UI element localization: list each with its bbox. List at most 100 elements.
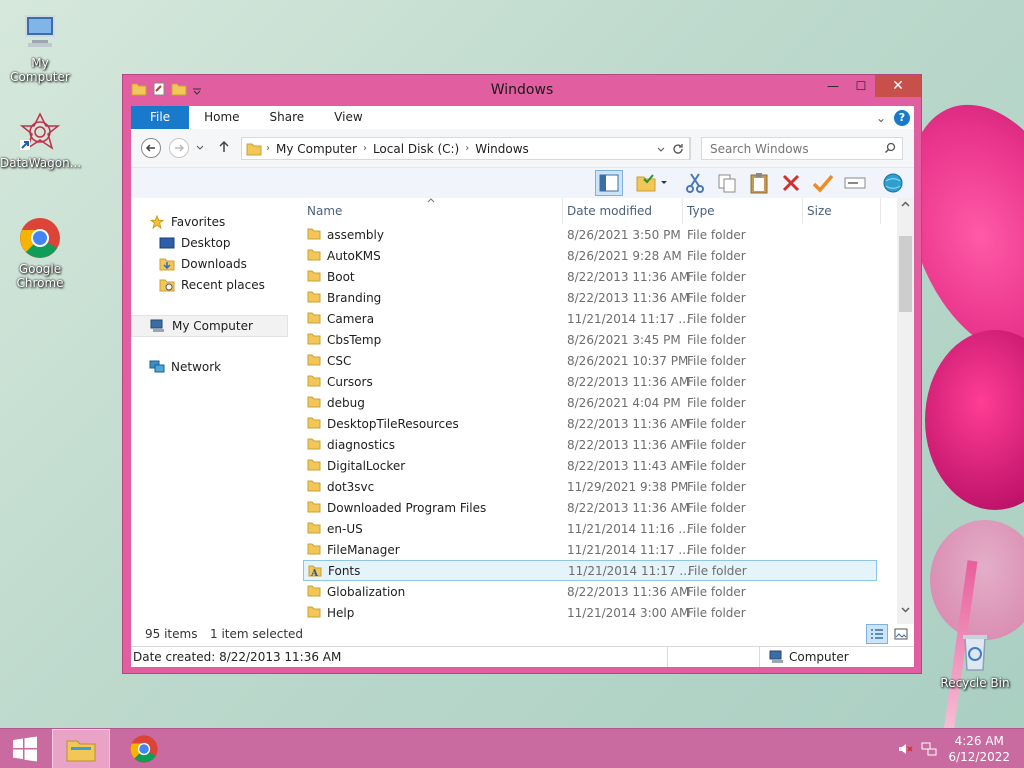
column-label: Date modified	[567, 204, 653, 218]
nav-my-computer[interactable]: My Computer	[131, 315, 288, 337]
new-folder-dropdown[interactable]	[657, 170, 671, 196]
nav-item-downloads[interactable]: Downloads	[159, 254, 247, 274]
folder-icon	[307, 543, 321, 555]
file-name: Help	[327, 605, 355, 620]
table-row[interactable]: diagnostics 8/22/2013 11:36 AM File folder	[303, 434, 877, 455]
file-name: assembly	[327, 227, 384, 242]
file-type: File folder	[687, 332, 746, 347]
file-type: File folder	[687, 374, 746, 389]
back-button[interactable]	[141, 138, 161, 158]
file-name: dot3svc	[327, 479, 375, 494]
search-box[interactable]	[701, 137, 903, 160]
preview-pane-icon	[599, 174, 619, 192]
refresh-button[interactable]	[666, 137, 690, 160]
rename-button[interactable]	[809, 170, 837, 196]
nav-label: Downloads	[181, 257, 247, 271]
desktop-icon-recycle-bin[interactable]: Recycle Bin	[935, 630, 1015, 690]
paste-button[interactable]	[745, 170, 773, 196]
taskbar-explorer-button[interactable]	[52, 729, 110, 768]
scroll-thumb[interactable]	[899, 236, 912, 312]
table-row[interactable]: Branding 8/22/2013 11:36 AM File folder	[303, 287, 877, 308]
network-status-button[interactable]	[918, 729, 940, 768]
file-date-modified: 11/21/2014 11:16 ...	[567, 521, 690, 536]
nav-label: Network	[171, 360, 222, 374]
table-row[interactable]: debug 8/26/2021 4:04 PM File folder	[303, 392, 877, 413]
maximize-button[interactable]: ☐	[847, 75, 875, 97]
chevron-down-icon	[661, 181, 667, 184]
title-bar[interactable]: Windows — ☐ ✕	[123, 75, 921, 105]
chrome-icon	[130, 735, 158, 763]
up-button[interactable]	[217, 140, 231, 157]
expand-ribbon-button[interactable]: ⌄	[876, 111, 886, 125]
scroll-up-arrow[interactable]	[897, 200, 914, 214]
table-row[interactable]: CSC 8/26/2021 10:37 PM File folder	[303, 350, 877, 371]
desktop-icon-my-computer[interactable]: My Computer	[0, 10, 80, 84]
breadcrumb-local-disk[interactable]: Local Disk (C:)	[367, 142, 465, 156]
select-all-button[interactable]	[841, 170, 869, 196]
vertical-scrollbar[interactable]	[897, 198, 914, 624]
file-name: Cursors	[327, 374, 373, 389]
search-input[interactable]	[710, 141, 880, 156]
table-row[interactable]: DigitalLocker 8/22/2013 11:43 AM File fold…	[303, 455, 877, 476]
recent-locations-button[interactable]	[195, 141, 205, 155]
minimize-button[interactable]: —	[819, 75, 847, 97]
table-row[interactable]: Boot 8/22/2013 11:36 AM File folder	[303, 266, 877, 287]
tab-share[interactable]: Share	[255, 106, 320, 129]
taskbar-chrome-button[interactable]	[118, 729, 170, 768]
nav-item-desktop[interactable]: Desktop	[159, 233, 231, 253]
table-row[interactable]: Cursors 8/22/2013 11:36 AM File folder	[303, 371, 877, 392]
table-row[interactable]: Downloaded Program Files 8/22/2013 11:36 …	[303, 497, 877, 518]
nav-item-recent-places[interactable]: Recent places	[159, 275, 265, 295]
desktop-icon-chrome[interactable]: Google Chrome	[0, 216, 80, 290]
globe-button[interactable]	[879, 170, 907, 196]
scroll-down-arrow[interactable]	[897, 606, 914, 620]
volume-muted-button[interactable]	[894, 729, 916, 768]
tab-view[interactable]: View	[319, 106, 377, 129]
chevron-down-icon	[196, 145, 204, 150]
tab-file[interactable]: File	[131, 106, 190, 129]
cut-button[interactable]	[681, 170, 709, 196]
address-bar[interactable]: › My Computer › Local Disk (C:) › Window…	[241, 137, 691, 160]
folder-icon	[307, 501, 321, 513]
start-button[interactable]	[0, 729, 50, 768]
tab-home[interactable]: Home	[189, 106, 254, 129]
table-row[interactable]: Help 11/21/2014 3:00 AM File folder	[303, 602, 877, 623]
large-icons-view-button[interactable]	[890, 624, 912, 644]
close-button[interactable]: ✕	[875, 75, 921, 97]
table-row[interactable]: A Fonts 11/21/2014 11:17 ... File folder	[303, 560, 877, 581]
nav-network[interactable]: Network	[149, 357, 221, 377]
table-row[interactable]: FileManager 11/21/2014 11:17 ... File fold…	[303, 539, 877, 560]
column-header-date-modified[interactable]: Date modified	[563, 198, 683, 224]
file-date-modified: 8/22/2013 11:36 AM	[567, 290, 690, 305]
column-label: Name	[307, 204, 343, 218]
folder-icon	[307, 270, 321, 282]
folder-icon	[307, 354, 321, 366]
table-row[interactable]: Camera 11/21/2014 11:17 ... File folder	[303, 308, 877, 329]
computer-icon	[769, 650, 783, 663]
file-date-modified: 8/26/2021 10:37 PM	[567, 353, 689, 368]
delete-button[interactable]	[777, 170, 805, 196]
table-row[interactable]: DesktopTileResources 8/22/2013 11:36 AM Fi…	[303, 413, 877, 434]
file-name: Branding	[327, 290, 382, 305]
breadcrumb-my-computer[interactable]: My Computer	[270, 142, 363, 156]
system-clock[interactable]: 4:26 AM 6/12/2022	[948, 733, 1010, 765]
clipboard-icon	[750, 173, 768, 194]
preview-pane-button[interactable]	[595, 170, 623, 196]
forward-button[interactable]	[169, 138, 189, 158]
desktop-icon-datawagon[interactable]: DataWagon...	[0, 110, 81, 170]
table-row[interactable]: en-US 11/21/2014 11:16 ... File folder	[303, 518, 877, 539]
table-row[interactable]: AutoKMS 8/26/2021 9:28 AM File folder	[303, 245, 877, 266]
nav-favorites[interactable]: Favorites	[149, 212, 225, 232]
table-row[interactable]: assembly 8/26/2021 3:50 PM File folder	[303, 224, 877, 245]
column-header-size[interactable]: Size	[803, 198, 881, 224]
table-row[interactable]: dot3svc 11/29/2021 9:38 PM File folder	[303, 476, 877, 497]
column-header-name[interactable]: Name	[303, 198, 563, 224]
table-row[interactable]: CbsTemp 8/26/2021 3:45 PM File folder	[303, 329, 877, 350]
copy-button[interactable]	[713, 170, 741, 196]
details-view-button[interactable]	[866, 624, 888, 644]
help-icon[interactable]: ?	[894, 109, 910, 126]
breadcrumb-windows[interactable]: Windows	[469, 142, 535, 156]
column-header-type[interactable]: Type	[683, 198, 803, 224]
table-row[interactable]: Globalization 8/22/2013 11:36 AM File fold…	[303, 581, 877, 602]
file-name: DigitalLocker	[327, 458, 406, 473]
